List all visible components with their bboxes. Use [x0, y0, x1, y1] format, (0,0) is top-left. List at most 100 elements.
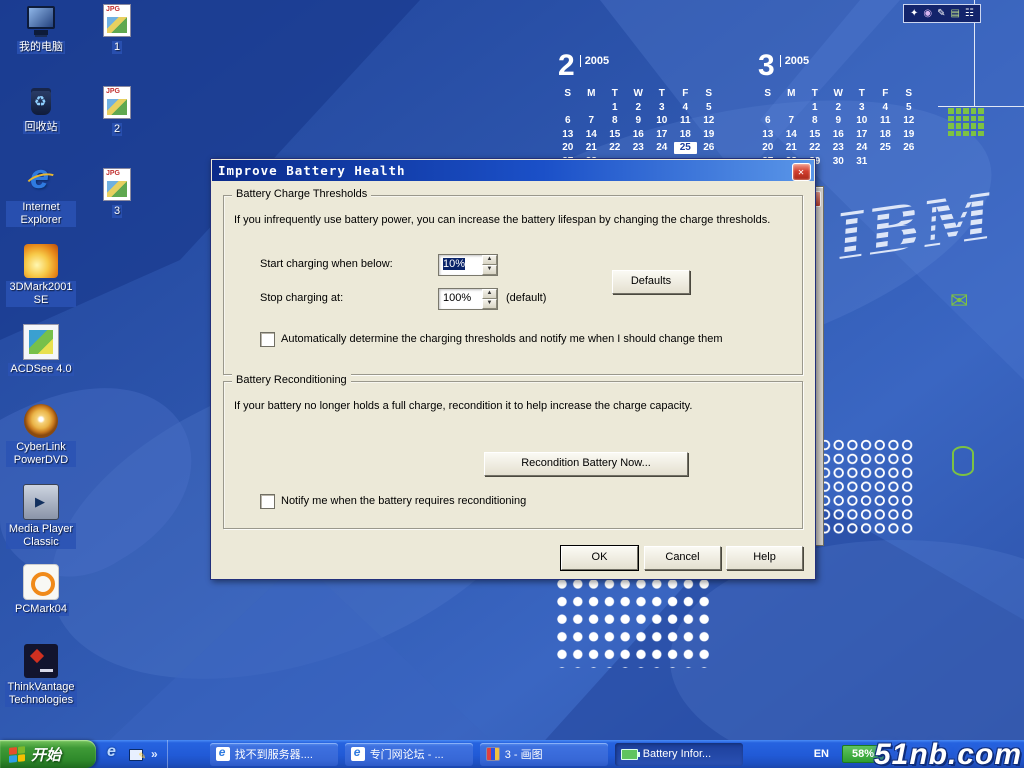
ring-dots-pattern [818, 438, 914, 535]
overflow-chevron-icon[interactable]: » [151, 747, 158, 761]
notify-reconditioning-checkbox[interactable] [260, 494, 275, 509]
calendar-day-header: T [603, 88, 627, 100]
stop-threshold-spinner[interactable]: 100% ▲ ▼ [438, 288, 498, 310]
improve-battery-health-dialog: Improve Battery Health ✕ Battery Charge … [210, 158, 816, 580]
calendar-date: 23 [627, 142, 651, 154]
calendar-day-header: S [556, 88, 580, 100]
taskbar-task-button[interactable]: 3 - 画图 [480, 743, 608, 766]
calendar-date: 7 [580, 115, 604, 127]
language-indicator[interactable]: EN [809, 746, 834, 762]
calendar-day-header: W [627, 88, 651, 100]
task-button-label: 专门网论坛 - ... [370, 746, 444, 762]
desktop-icon[interactable]: CyberLink PowerDVD [6, 404, 76, 484]
desktop-icon[interactable]: ThinkVantage Technologies [6, 644, 76, 724]
jpg-file[interactable]: 3 [92, 168, 142, 250]
desktop-icon-label: PCMark04 [13, 603, 69, 616]
desktop-icon-label: CyberLink PowerDVD [6, 441, 76, 467]
notify-reconditioning-checkbox-label: Notify me when the battery requires reco… [281, 495, 526, 507]
spinner-up-icon[interactable]: ▲ [482, 289, 497, 299]
calendar-date: 18 [674, 129, 698, 141]
grid-icon [948, 108, 984, 136]
mpc-icon [23, 484, 59, 520]
calendar-date: 16 [827, 129, 851, 141]
start-charging-label: Start charging when below: [260, 258, 393, 270]
calendar-date [780, 102, 804, 114]
calendar-date: 4 [874, 102, 898, 114]
jpg-file[interactable]: 1 [92, 4, 142, 86]
spinner-down-icon[interactable]: ▼ [482, 299, 497, 309]
my-computer-icon [24, 4, 58, 38]
calendar-date: 8 [603, 115, 627, 127]
jpg-page-icon [103, 4, 131, 37]
calendar-date: 1 [803, 102, 827, 114]
calendar-date [580, 102, 604, 114]
calendar-date: 26 [897, 142, 921, 154]
auto-determine-checkbox[interactable] [260, 332, 275, 347]
taskbar-task-button[interactable]: 专门网论坛 - ... [345, 743, 473, 766]
help-button[interactable]: Help [726, 546, 803, 570]
calendar-date [756, 102, 780, 114]
calendar-march-2005: 3 2005 SMTWTFS12345678910111213141516171… [756, 50, 928, 167]
calendar-month: 3 [758, 50, 775, 82]
calendar-date: 10 [850, 115, 874, 127]
ok-button[interactable]: OK [561, 546, 638, 570]
calendar-date: 12 [697, 115, 721, 127]
calendar-day-header: S [897, 88, 921, 100]
stop-threshold-value: 100% [443, 292, 471, 304]
desktop-widget-toolbar: ✦◉✎▤☷ [903, 4, 981, 23]
taskbar: 开始 » 找不到服务器.... 专门网论坛 - ... 3 - 画图 Battery … [0, 740, 1024, 768]
ie-quick-icon[interactable] [105, 746, 121, 762]
calendar-date: 13 [556, 129, 580, 141]
calendar-date: 21 [780, 142, 804, 154]
taskbar-task-button[interactable]: Battery Infor... [615, 743, 743, 766]
calendar-date: 12 [897, 115, 921, 127]
start-button[interactable]: 开始 [0, 740, 96, 768]
start-threshold-spinner[interactable]: 10% ▲ ▼ [438, 254, 498, 276]
desktop-icon[interactable]: ACDSee 4.0 [6, 324, 76, 404]
dialog-titlebar[interactable]: Improve Battery Health ✕ [212, 160, 814, 181]
desktop-icon[interactable]: 回收站 [6, 84, 76, 164]
quick-launch-bar: » [96, 740, 168, 768]
calendar-date: 7 [780, 115, 804, 127]
battery-reconditioning-group: Battery Reconditioning If your battery n… [223, 381, 803, 529]
calendar-day-header: S [756, 88, 780, 100]
spinner-down-icon[interactable]: ▼ [482, 265, 497, 275]
close-icon[interactable]: ✕ [792, 163, 811, 181]
start-button-label: 开始 [31, 744, 61, 765]
calendar-date: 9 [627, 115, 651, 127]
calendar-day-header: T [803, 88, 827, 100]
calendar-date: 11 [874, 115, 898, 127]
task-button-label: Battery Infor... [643, 748, 711, 760]
calendar-date: 14 [780, 129, 804, 141]
show-desktop-icon[interactable] [128, 746, 144, 762]
spinner-up-icon[interactable]: ▲ [482, 255, 497, 265]
jpg-file-icon [100, 168, 134, 202]
jpg-file-label: 3 [112, 205, 122, 218]
taskbar-task-button[interactable]: 找不到服务器.... [210, 743, 338, 766]
calendar-date: 16 [627, 129, 651, 141]
powerdvd-icon [24, 404, 58, 438]
calendar-day-header: F [674, 88, 698, 100]
desktop-icon[interactable]: Internet Explorer [6, 164, 76, 244]
desktop-icon[interactable]: 3DMark2001 SE [6, 244, 76, 324]
calendar-year: 2005 [780, 55, 809, 67]
jpg-file[interactable]: 2 [92, 86, 142, 168]
cancel-button[interactable]: Cancel [644, 546, 721, 570]
desktop-icon[interactable]: 我的电脑 [6, 4, 76, 84]
calendar-date [897, 156, 921, 168]
recondition-battery-button[interactable]: Recondition Battery Now... [484, 452, 688, 476]
defaults-button[interactable]: Defaults [612, 270, 690, 294]
group-legend: Battery Reconditioning [232, 374, 351, 386]
start-threshold-value: 10% [443, 258, 465, 270]
calendar-date: 25 [874, 142, 898, 154]
halftone-dots-pattern [556, 578, 714, 668]
task-button-label: 3 - 画图 [505, 746, 543, 762]
calendar-day-header: T [850, 88, 874, 100]
jpg-file-icon [100, 4, 134, 38]
calendar-date: 10 [650, 115, 674, 127]
desktop-icon[interactable]: Media Player Classic [6, 484, 76, 564]
battery-task-icon [621, 749, 638, 760]
desktop-icon[interactable]: PCMark04 [6, 564, 76, 644]
calendar-month: 2 [558, 50, 575, 82]
calendar-day-header: S [697, 88, 721, 100]
